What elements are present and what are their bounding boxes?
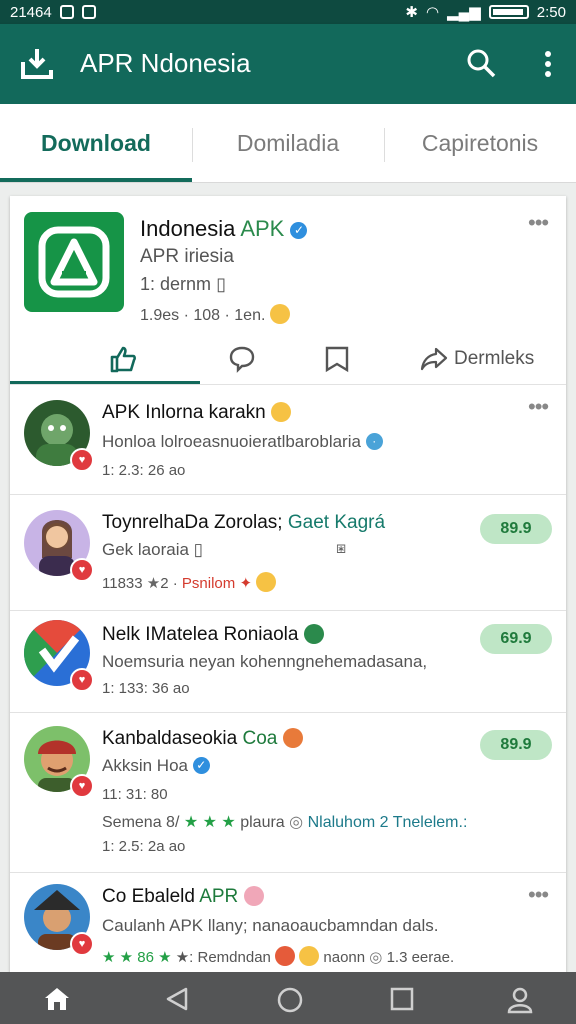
item-meta-secondary: 1: 2.5: 2a ao [102,838,186,855]
system-nav-bar [0,972,576,1024]
home-circle-icon[interactable] [276,986,304,1014]
item-description: Akksin Hoa ✓ [102,756,210,776]
notification-icon [59,5,74,19]
smile-emoji-icon [256,572,277,592]
item-title: APK Inlorna karakn [102,402,291,424]
price-badge: 89.9 [480,730,552,760]
share-icon [420,347,448,371]
app-logo [24,212,124,312]
wifi-icon: ◠ [426,4,440,21]
battery-icon [488,5,529,19]
profile-icon[interactable] [506,986,534,1014]
heart-badge-icon: ♥ [70,668,94,692]
info-icon: · [365,433,383,450]
gift-icon: ⧆ [336,540,347,557]
like-button[interactable] [108,342,138,376]
status-time-left: 21464 [10,3,52,21]
search-icon[interactable] [466,48,496,78]
smile-emoji-icon [269,304,290,324]
emoji-icon [275,946,296,966]
item-title: Co Ebaleld APR [102,886,264,908]
item-meta: 1: 133: 36 ao [102,680,190,697]
heart-badge-icon: ♥ [70,558,94,582]
item-description: Noemsuria neyan kohenngnehemadasana, [102,652,428,671]
featured-app[interactable]: Indonesia APK ✓ APR iriesia 1: dernm ▯ 1… [10,196,566,385]
list-item[interactable]: ♥ ToynrelhaDa Zorolas; Gaet Kagrá Gek la… [10,494,566,611]
bookmark-icon [325,346,349,373]
comment-icon [229,346,255,373]
featured-stats: 1.9es · 108 · 1en. [140,304,290,325]
price-badge: 89.9 [480,514,552,544]
tab-bar: Download Domiladia Capiretonis [0,104,576,183]
back-icon[interactable] [164,986,190,1012]
item-meta: 11: 31: 80 [102,786,168,803]
item-meta: 11833 ★2 · Psnilom ✦ [102,572,277,592]
featured-subtitle: APR iriesia [140,246,234,267]
heart-badge-icon: ♥ [70,774,94,798]
item-description: Caulanh APK llany; nanaoaucbamndan dals. [102,916,439,935]
overflow-dots-icon[interactable]: ••• [528,882,549,908]
verified-icon: ✓ [290,222,308,239]
tab-capiretonis[interactable]: Capiretonis [384,104,576,182]
share-button[interactable]: Dermleks [420,342,534,376]
download-icon[interactable] [20,46,54,80]
list-item[interactable]: ♥ Nelk IMatelea Roniaola Noemsuria neyan… [10,610,566,713]
item-title: Nelk IMatelea Roniaola [102,624,324,646]
signal-icon: ▂▄▆ [447,4,481,21]
more-options-icon[interactable] [538,50,558,80]
heart-badge-icon: ♥ [70,448,94,472]
list-item[interactable]: ♥ Kanbaldaseokia Coa Akksin Hoa ✓ 11: 31… [10,712,566,873]
item-meta: 1: 2.3: 26 ao [102,462,186,479]
emoji-icon [243,886,264,906]
featured-app-name: Indonesia APK ✓ [140,216,308,242]
item-extra-info: Semena 8/ ★ ★ ★ plaura ◎ Nlaluhom 2 Tnel… [102,814,468,831]
share-label: Dermleks [454,348,535,369]
emoji-icon [303,624,324,644]
price-badge: 69.9 [480,624,552,654]
featured-info: 1: dernm ▯ [140,274,226,294]
lock-icon: ▯ [216,274,226,294]
list-item[interactable]: ♥ APK Inlorna karakn Honloa lolroeasnuoi… [10,384,566,495]
smile-emoji-icon [270,402,291,422]
thumbs-up-icon [110,346,136,373]
item-description: Gek laoraia ▯ [102,540,204,559]
comment-button[interactable] [228,342,256,376]
item-title: ToynrelhaDa Zorolas; Gaet Kagrá [102,512,386,533]
bluetooth-icon: ✱ [405,4,418,21]
verified-icon: ✓ [192,757,210,774]
overflow-dots-icon[interactable]: ••• [528,210,549,236]
app-bar: APR Ndonesia [0,24,576,104]
app-title: APR Ndonesia [80,48,251,78]
bookmark-button[interactable] [324,342,350,376]
status-bar: 21464 ✱ ◠ ▂▄▆ 2:50 [0,0,576,24]
smile-emoji-icon [299,946,320,966]
tab-domiladia[interactable]: Domiladia [192,104,384,182]
overflow-dots-icon[interactable]: ••• [528,394,549,420]
item-meta: ★ ★ 86 ★ ★: Remdndan naonn ◎ 1.3 eerae. [102,946,454,966]
recents-icon[interactable] [389,986,415,1012]
tab-download[interactable]: Download [0,104,192,182]
list-item[interactable]: ♥ Co Ebaleld APR Caulanh APK llany; nana… [10,872,566,986]
item-description: Honloa lolroeasnuoieratlbaroblaria · [102,432,383,452]
notification-icon [81,5,96,19]
home-icon[interactable] [42,986,72,1012]
item-title: Kanbaldaseokia Coa [102,728,303,750]
lock-icon: ▯ [193,540,204,559]
emoji-icon [282,728,303,748]
heart-badge-icon: ♥ [70,932,94,956]
featured-action-row: Dermleks [10,334,566,384]
apk-logo-icon [38,226,110,298]
feed-card: Indonesia APK ✓ APR iriesia 1: dernm ▯ 1… [10,196,566,986]
status-time-right: 2:50 [536,3,566,21]
